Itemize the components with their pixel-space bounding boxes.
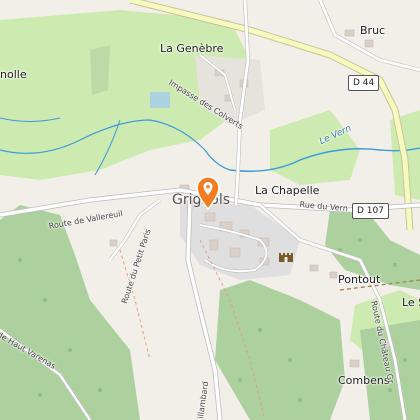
place-label-nolle: nolle: [0, 68, 27, 81]
meadow-area: [270, 110, 360, 185]
place-label-bruc: Bruc: [360, 24, 386, 37]
forest-area: [90, 45, 110, 95]
road-shield-d107: D 107: [352, 203, 389, 219]
pond: [150, 92, 170, 108]
place-label-le-s: Le S: [402, 296, 420, 309]
castle-icon[interactable]: [278, 249, 294, 263]
place-label-pontout: Pontout: [338, 273, 381, 286]
map-view[interactable]: Bruc La Genèbre nolle La Chapelle Grigno…: [0, 0, 420, 420]
forest-area: [215, 280, 345, 420]
road-shield-d44: D 44: [348, 75, 380, 91]
residential-area: [180, 200, 300, 280]
place-label-la-genebre: La Genèbre: [160, 42, 224, 55]
place-label-la-chapelle: La Chapelle: [255, 184, 320, 197]
map-pin-icon[interactable]: [196, 176, 220, 210]
place-label-combens: Combens: [338, 374, 390, 387]
